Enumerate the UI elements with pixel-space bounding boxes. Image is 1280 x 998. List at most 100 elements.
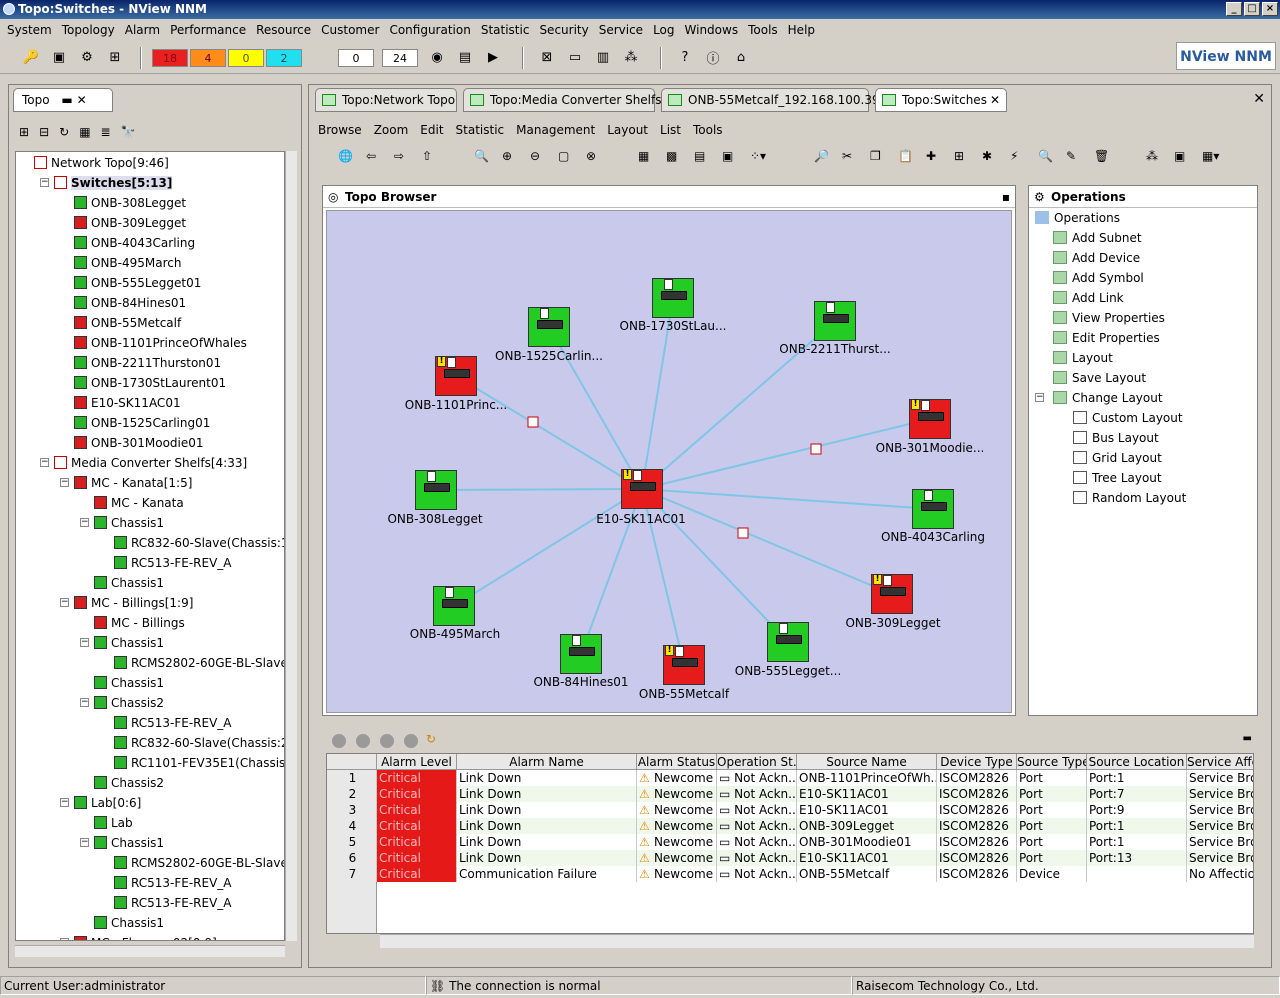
- tree-node[interactable]: Chassis1: [94, 514, 164, 532]
- up-arrow-icon[interactable]: ⇧: [422, 149, 432, 163]
- topo-link[interactable]: [641, 488, 893, 595]
- menu-resource[interactable]: Resource: [251, 23, 316, 37]
- tree-filter-icon[interactable]: ≣: [101, 125, 111, 139]
- submenu-statistic[interactable]: Statistic: [450, 120, 511, 140]
- close-tab-icon[interactable]: ✕: [990, 93, 1000, 107]
- page-icon[interactable]: ▤: [694, 149, 705, 163]
- expand-all-icon[interactable]: ⊞: [19, 125, 29, 139]
- switch-device-icon[interactable]: [560, 634, 602, 674]
- column-header[interactable]: Source Location: [1087, 754, 1187, 770]
- tree-node[interactable]: MC - Billings[1:9]: [74, 594, 193, 612]
- tree-node[interactable]: Chassis1: [94, 634, 164, 652]
- info-icon[interactable]: ⓘ: [702, 46, 724, 68]
- switch-device-icon[interactable]: !: [909, 399, 951, 439]
- tree-horizontal-scrollbar[interactable]: [15, 945, 285, 957]
- tree-node[interactable]: ONB-84Hines01: [74, 294, 186, 312]
- tree-node[interactable]: ONB-1730StLaurent01: [74, 374, 226, 392]
- operation-item[interactable]: Add Link: [1053, 289, 1124, 307]
- tree-node[interactable]: Media Converter Shelfs[4:33]: [54, 454, 247, 472]
- column-header[interactable]: Alarm Name: [457, 754, 637, 770]
- table-row[interactable]: 1 Critical Link Down ⚠ Newcome ▭ Not Ackn...…: [327, 770, 1253, 786]
- close-tab-icon[interactable]: ✕: [77, 93, 87, 107]
- submenu-zoom[interactable]: Zoom: [368, 120, 415, 140]
- column-header[interactable]: Alarm Level: [377, 754, 457, 770]
- menu-tools[interactable]: Tools: [743, 23, 783, 37]
- operation-item[interactable]: Add Subnet: [1053, 229, 1142, 247]
- tree-node[interactable]: RC1101-FEV35E1(Chassis:2: [114, 754, 284, 772]
- maximize-button[interactable]: □: [1244, 2, 1260, 16]
- switch-device-icon[interactable]: [433, 586, 475, 626]
- topo-link[interactable]: [641, 488, 934, 510]
- refresh-icon[interactable]: ↻: [426, 732, 436, 746]
- switch-device-icon[interactable]: [767, 622, 809, 662]
- config-icon[interactable]: ⚙: [76, 46, 98, 68]
- alarm-horizontal-scrollbar[interactable]: [380, 934, 1254, 948]
- doc-tab[interactable]: Topo:Network Topo: [315, 88, 457, 112]
- menu-windows[interactable]: Windows: [680, 23, 744, 37]
- palette-dropdown-icon[interactable]: ⁘▾: [750, 149, 766, 163]
- add-device-icon[interactable]: ⊞: [954, 149, 964, 163]
- topo-tab[interactable]: Topo ▬ ✕: [13, 88, 113, 112]
- maximize-alarm-icon[interactable]: ▬: [1243, 733, 1252, 744]
- add-symbol-icon[interactable]: ✱: [982, 149, 992, 163]
- alarm-prev-button[interactable]: [356, 734, 370, 748]
- tree-node[interactable]: Chassis1: [94, 574, 164, 592]
- switch-device-icon[interactable]: !: [871, 574, 913, 614]
- menu-statistic[interactable]: Statistic: [476, 23, 535, 37]
- total-alarm-count[interactable]: 24: [382, 49, 418, 67]
- major-count[interactable]: 4: [190, 49, 226, 67]
- menu-system[interactable]: System: [2, 23, 57, 37]
- switch-device-icon[interactable]: [652, 278, 694, 318]
- tree-expander[interactable]: −: [60, 938, 69, 940]
- switch-device-icon[interactable]: [814, 301, 856, 341]
- link-alarm-icon[interactable]: [810, 443, 822, 455]
- doc-tab[interactable]: Topo:Switches ✕: [875, 88, 1007, 112]
- warning-count[interactable]: 2: [266, 49, 302, 67]
- tree-node[interactable]: MC - Florence02[0:9]: [74, 934, 217, 940]
- tree-node[interactable]: Lab: [94, 814, 133, 832]
- tree-node[interactable]: ONB-1525Carling01: [74, 414, 210, 432]
- doc-tab[interactable]: ONB-55Metcalf_192.168.100.39: [661, 88, 880, 112]
- edit-properties-icon[interactable]: ✎: [1066, 149, 1076, 163]
- tree-node[interactable]: Chassis2: [94, 774, 164, 792]
- tree-expander[interactable]: −: [40, 178, 49, 187]
- back-arrow-icon[interactable]: ⇦: [366, 149, 376, 163]
- layout-item[interactable]: Grid Layout: [1073, 449, 1162, 467]
- tree-node[interactable]: ONB-2211Thurston01: [74, 354, 221, 372]
- switch-device-icon[interactable]: [528, 307, 570, 347]
- submenu-list[interactable]: List: [654, 120, 687, 140]
- add-subnet-icon[interactable]: ✚: [926, 149, 936, 163]
- operation-item[interactable]: Add Symbol: [1053, 269, 1144, 287]
- zoom-reset-icon[interactable]: ⊗: [586, 149, 596, 163]
- switch-device-icon[interactable]: !: [663, 645, 705, 685]
- topo-link[interactable]: [453, 488, 643, 607]
- column-header[interactable]: Device Type: [937, 754, 1017, 770]
- tree-node[interactable]: MC - Kanata: [94, 494, 184, 512]
- tree-node[interactable]: ONB-308Legget: [74, 194, 186, 212]
- minimize-button[interactable]: _: [1226, 2, 1242, 16]
- tree-node[interactable]: Chassis2: [94, 694, 164, 712]
- tree-node[interactable]: RC513-FE-REV_A: [114, 554, 232, 572]
- zoom-in-icon[interactable]: ⊕: [502, 149, 512, 163]
- window-tile-icon[interactable]: ▭: [564, 46, 586, 68]
- layout-tool-icon[interactable]: ⁂: [1146, 149, 1158, 163]
- link-alarm-icon[interactable]: [527, 416, 539, 428]
- menu-configuration[interactable]: Configuration: [384, 23, 475, 37]
- alarm-filter-icon[interactable]: ▤: [454, 46, 476, 68]
- tree-expander[interactable]: −: [60, 798, 69, 807]
- operation-item[interactable]: Edit Properties: [1053, 329, 1160, 347]
- submenu-layout[interactable]: Layout: [601, 120, 654, 140]
- tree-node[interactable]: ONB-301Moodie01: [74, 434, 204, 452]
- close-all-docs-icon[interactable]: ✕: [1253, 91, 1265, 107]
- submenu-management[interactable]: Management: [510, 120, 601, 140]
- tree-node[interactable]: ONB-4043Carling: [74, 234, 195, 252]
- menu-customer[interactable]: Customer: [316, 23, 384, 37]
- submenu-tools[interactable]: Tools: [687, 120, 729, 140]
- switch-device-icon[interactable]: !: [621, 469, 663, 509]
- tree-node[interactable]: Chassis1: [94, 834, 164, 852]
- topo-link[interactable]: [435, 488, 643, 491]
- operation-item[interactable]: Layout: [1053, 349, 1113, 367]
- tree-expander[interactable]: −: [80, 838, 89, 847]
- operation-item[interactable]: Add Device: [1053, 249, 1140, 267]
- cut-icon[interactable]: ✂: [842, 149, 852, 163]
